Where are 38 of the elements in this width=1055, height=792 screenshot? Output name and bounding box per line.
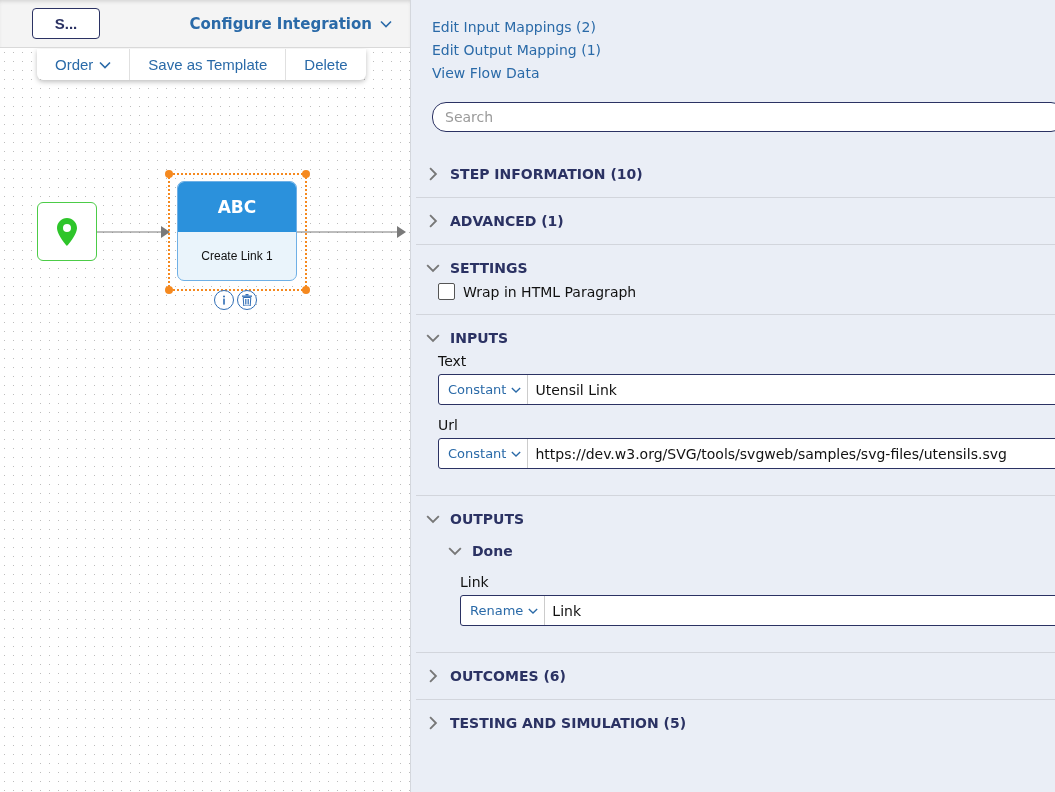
field-value: Utensil Link (534, 380, 618, 400)
resize-handle[interactable] (302, 170, 310, 178)
field-label: Url (438, 417, 459, 433)
checkbox[interactable] (438, 283, 455, 300)
resize-handle[interactable] (302, 286, 310, 294)
start-node[interactable] (37, 202, 97, 261)
field-label: Link (460, 574, 490, 590)
panel-link[interactable]: Edit Output Mapping (1) (432, 39, 601, 62)
search-field[interactable]: Search (432, 102, 1055, 132)
resize-handle[interactable] (165, 170, 173, 178)
toolbar-button[interactable]: Order (37, 49, 130, 80)
section-header[interactable]: TESTING AND SIMULATION (5) (416, 700, 1055, 746)
step-node[interactable]: ABC Create Link 1 (177, 181, 297, 281)
title-button[interactable]: S... (32, 8, 100, 39)
checkbox-label: Wrap in HTML Paragraph (463, 283, 637, 300)
location-pin-icon (57, 217, 77, 246)
toolbar-button[interactable]: Save as Template (129, 49, 286, 80)
mode-dropdown[interactable]: Rename (461, 596, 546, 625)
section-header[interactable]: OUTCOMES (6) (416, 653, 1055, 699)
step-icon-text: ABC (178, 182, 296, 232)
input-field[interactable]: Constant Utensil Link (438, 374, 1055, 405)
resize-handle[interactable] (165, 286, 173, 294)
panel-link[interactable]: View Flow Data (432, 62, 540, 85)
input-field[interactable]: Constant https://dev.w3.org/SVG/tools/svgweb/samples/svg-files/utensils.svg (438, 438, 1055, 469)
mode-dropdown[interactable]: Constant (439, 375, 529, 404)
info-icon[interactable] (214, 290, 234, 310)
field-value: Link (551, 601, 582, 621)
field-value: https://dev.w3.org/SVG/tools/svgweb/samples/svg-files/utensils.svg (534, 444, 1008, 464)
mode-dropdown[interactable]: Constant (439, 439, 529, 468)
toolbar-button[interactable]: Delete (285, 49, 366, 80)
configure-menu[interactable]: Configure Integration (189, 14, 392, 33)
field-label: Text (438, 353, 468, 369)
section-header[interactable]: STEP INFORMATION (10) (416, 151, 1055, 197)
trash-icon[interactable] (237, 290, 257, 310)
panel-link[interactable]: Edit Input Mappings (2) (432, 16, 596, 39)
section-header[interactable]: ADVANCED (1) (416, 198, 1055, 244)
step-label: Create Link 1 (200, 248, 274, 265)
input-field[interactable]: Rename Link (460, 595, 1055, 626)
